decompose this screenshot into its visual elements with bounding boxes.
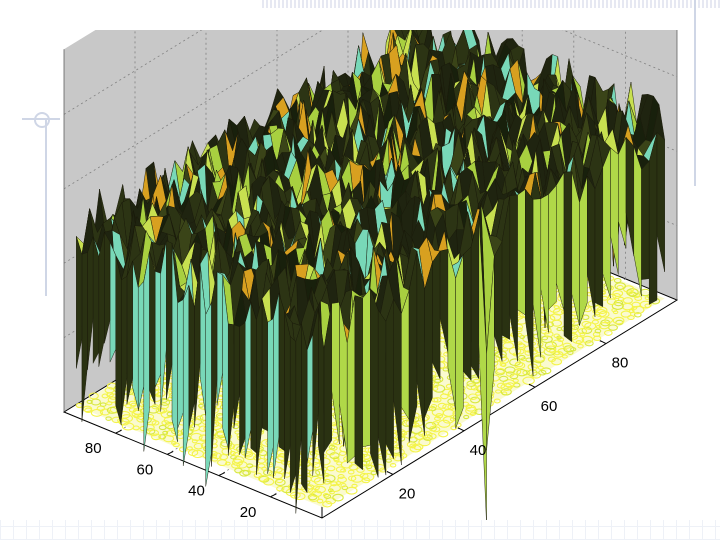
surface-skirt	[126, 260, 133, 405]
surface-skirt	[250, 301, 257, 454]
surface-skirt	[548, 184, 557, 310]
surface-plot: 20 40 60 80 20 40 60 80	[62, 30, 678, 520]
y-tick-label: 40	[188, 483, 205, 500]
surface-skirt	[641, 160, 650, 280]
surface-skirt	[205, 302, 212, 487]
surface-skirt	[455, 254, 464, 429]
surface-skirt	[244, 301, 252, 459]
surface-skirt	[370, 288, 379, 478]
x-tick-label: 60	[541, 398, 558, 415]
surface-skirt	[563, 171, 573, 343]
surface-skirt	[149, 251, 156, 405]
surface-skirt	[432, 250, 441, 380]
y-tick-label: 20	[240, 504, 257, 520]
surface-skirt	[92, 236, 100, 364]
surface-skirt	[267, 318, 274, 474]
surface-skirt	[517, 188, 526, 316]
slide-rule-left	[45, 118, 47, 296]
surface-skirt	[132, 260, 139, 409]
x-tick-label: 80	[612, 355, 629, 372]
surface-skirt	[109, 242, 116, 363]
surface-skirt	[401, 290, 410, 421]
figure-window: 20 40 60 80 20 40 60 80	[60, 30, 678, 520]
y-tick-label: 80	[85, 440, 102, 457]
x-tick-label: 40	[470, 442, 487, 459]
surface-skirt	[594, 167, 604, 308]
surface-skirt	[177, 299, 184, 429]
surface-skirt	[579, 175, 588, 326]
surface-skirt	[115, 255, 122, 426]
slide-ring-ornament	[34, 112, 50, 128]
surface-skirt	[301, 323, 308, 494]
slide-rule-right	[694, 0, 696, 186]
slide-grid-pattern	[0, 520, 720, 540]
surface-skirt	[354, 295, 363, 471]
surface-skirt	[602, 147, 611, 299]
surface-skirt	[362, 288, 371, 448]
x-tick-label: 20	[399, 485, 416, 502]
slide-header-band	[262, 0, 720, 8]
surface-skirt	[154, 270, 161, 388]
surface-skirt	[463, 246, 472, 381]
surface-skirt	[424, 262, 433, 418]
surface-skirt	[289, 335, 297, 493]
surface-skirt	[385, 299, 394, 459]
surface-skirt	[239, 322, 246, 455]
surface-skirt	[261, 298, 268, 432]
y-tick-label: 60	[137, 461, 154, 478]
surface-skirt	[278, 292, 285, 452]
surface-skirt	[648, 132, 658, 305]
